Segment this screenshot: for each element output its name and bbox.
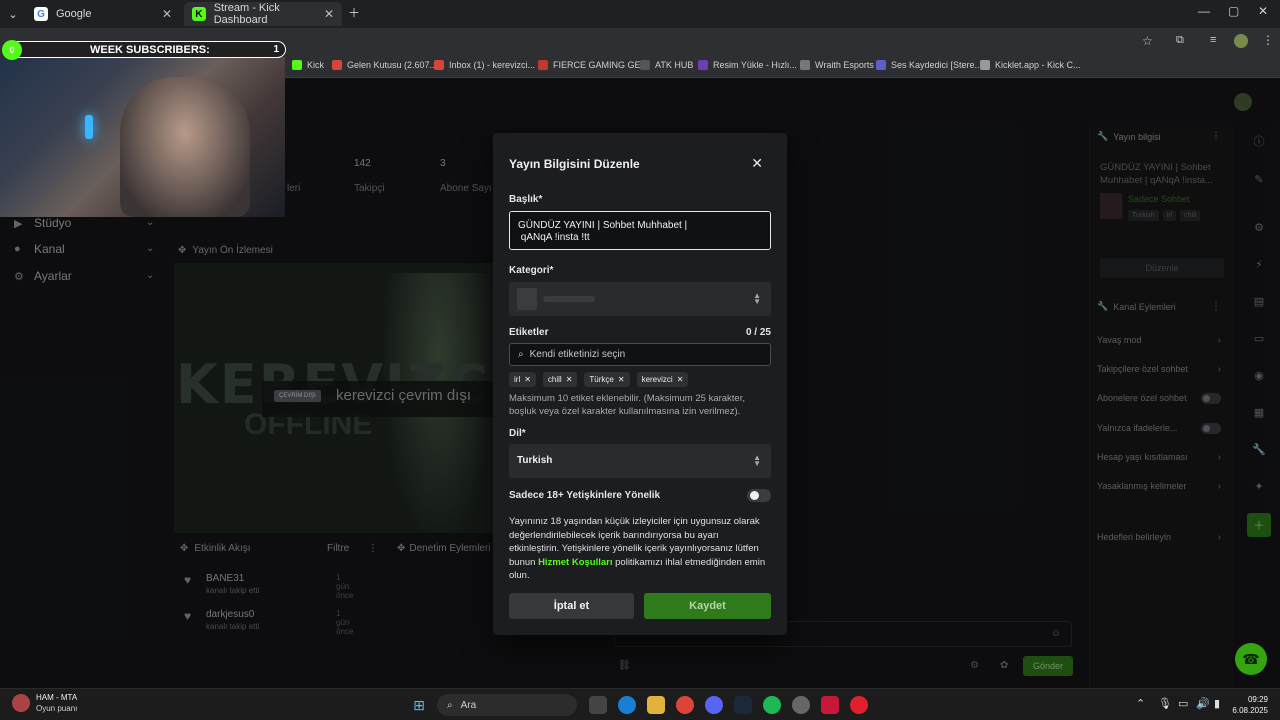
bookmark-item[interactable]: FIERCE GAMING GE... [538,60,648,70]
kick-icon: K [192,7,206,21]
game-widget[interactable]: HAM - MTA Oyun puanı [12,693,77,713]
close-icon[interactable]: ✕ [751,155,763,172]
terms-of-service-link[interactable]: Hizmet Koşulları [538,557,612,568]
battery-icon[interactable]: ▮ [1214,697,1220,710]
file-explorer-icon[interactable] [647,696,665,714]
google-icon: G [34,7,48,21]
minimize-icon[interactable]: — [1198,4,1210,18]
microphone-icon[interactable]: 🎙 [1158,697,1172,710]
cancel-button[interactable]: İptal et [509,593,634,619]
tag-search-field[interactable]: ⌕ [509,343,771,366]
remove-tag-icon[interactable]: ✕ [677,375,684,384]
windows-taskbar: HAM - MTA Oyun puanı ⊞ ⌕ Ara ⌃ 🎙 ▭ 🔊 ▮ 09… [0,688,1280,720]
subs-label: WEEK SUBSCRIBERS: [90,43,210,56]
tag-chip: kerevizci ✕ [636,372,689,387]
bookmark-item[interactable]: Ses Kaydedici [Stere... [876,60,982,70]
system-clock[interactable]: 09:29 6.08.2025 [1232,694,1268,716]
save-button[interactable]: Kaydet [644,593,771,619]
opera-icon[interactable] [850,696,868,714]
modal-title: Yayın Bilgisini Düzenle [509,157,640,171]
edit-stream-info-modal: Yayın Bilgisini Düzenle ✕ Başlık* Katego… [493,133,787,635]
bookmark-item[interactable]: ATK HUB [640,60,693,70]
app-icon[interactable] [821,696,839,714]
bookmark-item[interactable]: Gelen Kutusu (2.607... [332,60,437,70]
title-input[interactable] [509,211,771,250]
steam-icon[interactable] [734,696,752,714]
bookmark-icon [698,60,708,70]
chrome-icon[interactable] [676,696,694,714]
bookmark-item[interactable]: Wraith Esports [800,60,874,70]
windows-start-icon[interactable]: ⊞ [410,696,428,714]
bookmark-item[interactable]: Kick [292,60,324,70]
edge-icon[interactable] [618,696,636,714]
category-select[interactable]: ▲ ▼ [509,282,771,316]
browser-tab-bar: ⌄ G Google ✕ K Stream - Kick Dashboard ✕… [0,0,1280,28]
kick-icon [292,60,302,70]
tag-search-input[interactable] [529,349,760,360]
week-subscribers-bar: 0 WEEK SUBSCRIBERS: 1 [2,40,286,60]
remove-tag-icon[interactable]: ✕ [618,375,625,384]
adult-warning: Yayınınız 18 yaşından küçük izleyiciler … [509,516,766,581]
bookmark-icon [538,60,548,70]
tab-google[interactable]: G Google ✕ [26,2,180,26]
close-tab-icon[interactable]: ✕ [162,7,172,21]
tag-chip: chill ✕ [542,372,578,387]
tag-chip: irl ✕ [509,372,536,387]
subs-badge: 0 [2,40,22,60]
obs-icon[interactable] [792,696,810,714]
category-label: Kategori* [509,265,554,276]
tab-kick-dashboard[interactable]: K Stream - Kick Dashboard ✕ [184,2,342,26]
led-light [85,115,93,139]
discord-icon[interactable] [705,696,723,714]
streamer-figure [120,77,250,217]
bookmark-icon [640,60,650,70]
updown-icon: ▲ ▼ [753,291,761,306]
bookmark-icon [800,60,810,70]
search-icon: ⌕ [518,349,524,360]
tags-label: Etiketler [509,327,549,338]
volume-icon[interactable]: 🔊 [1196,697,1210,710]
category-thumbnail [517,288,537,310]
tags-counter: 0 / 25 [745,327,771,338]
menu-icon[interactable]: ⋮ [1262,33,1274,47]
close-window-icon[interactable]: ✕ [1258,4,1268,18]
tags-hint: Maksimum 10 etiket eklenebilir. (Maksimu… [509,393,745,417]
language-select[interactable]: Turkish ▲ ▼ [509,444,771,478]
game-avatar [12,694,30,712]
close-tab-icon[interactable]: ✕ [324,7,334,21]
chevron-up-icon[interactable]: ⌃ [1136,697,1145,710]
extensions-icon[interactable]: ⧉ [1176,34,1184,47]
webcam-overlay [0,57,285,217]
title-label: Başlık* [509,194,543,205]
profile-avatar[interactable] [1234,34,1248,48]
remove-tag-icon[interactable]: ✕ [566,375,573,384]
selected-tags: irl ✕ chill ✕ Türkçe ✕ kerevizci ✕ [509,372,689,387]
gmail-icon [434,60,444,70]
adult-only-toggle[interactable] [747,489,771,502]
network-icon[interactable]: ▭ [1178,697,1188,710]
bookmark-item[interactable]: Kicklet.app - Kick C... [980,60,1081,70]
spotify-icon[interactable] [763,696,781,714]
new-tab-button[interactable]: ＋ [348,4,360,21]
bookmark-item[interactable]: Inbox (1) - kerevizci... [434,60,535,70]
maximize-icon[interactable]: ▢ [1228,4,1239,18]
tag-chip: Türkçe ✕ [584,372,630,387]
chevron-down-icon: ⌄ [8,8,18,21]
language-label: Dil* [509,428,526,439]
taskbar-search[interactable]: ⌕ Ara [437,694,577,716]
adult-only-label: Sadece 18+ Yetişkinlere Yönelik [509,490,661,501]
bookmark-icon [980,60,990,70]
remove-tag-icon[interactable]: ✕ [524,375,531,384]
media-icon[interactable]: ≡ [1210,34,1216,46]
bookmark-icon [876,60,886,70]
category-placeholder [543,296,595,302]
star-icon[interactable]: ☆ [1142,34,1153,48]
tab-list-button[interactable]: ⌄ [4,2,22,26]
task-view-icon[interactable] [589,696,607,714]
subs-count: 1 [273,44,279,55]
search-icon: ⌕ [447,699,453,711]
updown-icon: ▲ ▼ [753,453,761,468]
bookmark-item[interactable]: Resim Yükle - Hızlı... [698,60,797,70]
gmail-icon [332,60,342,70]
